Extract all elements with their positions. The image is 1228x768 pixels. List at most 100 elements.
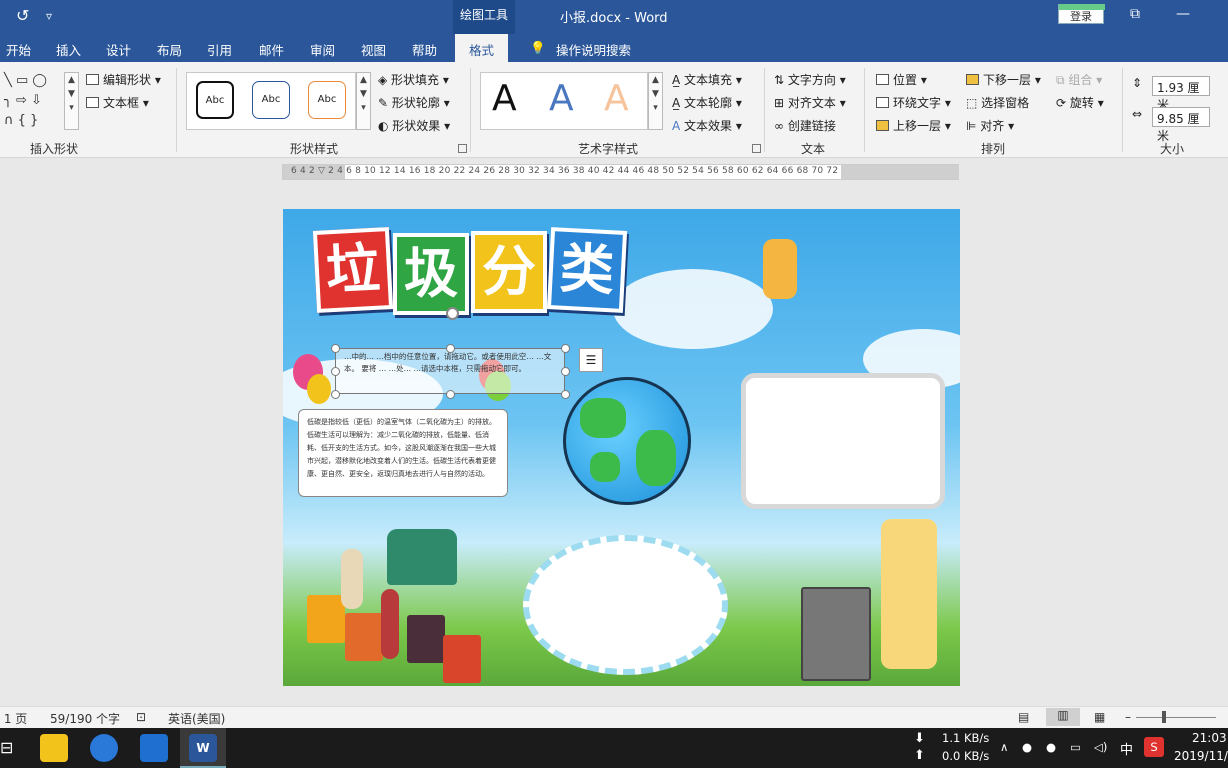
zoom-slider[interactable]: [1136, 717, 1216, 718]
shape-row[interactable]: ∩ { }: [4, 111, 64, 131]
resize-handle[interactable]: [561, 390, 570, 399]
tab-layout[interactable]: 布局: [157, 40, 182, 59]
horizontal-ruler[interactable]: 6 4 2 ▽ 2 4 6 8 10 12 14 16 18 20 22 24 …: [282, 164, 959, 180]
sogou-icon[interactable]: S: [1144, 737, 1164, 757]
word-count[interactable]: 59/190 个字: [50, 710, 120, 727]
wrap-text-button[interactable]: 环绕文字 ▾: [876, 94, 951, 111]
resize-handle[interactable]: [331, 344, 340, 353]
text-direction-button[interactable]: ⇅ 文字方向 ▾: [774, 71, 846, 88]
rotate-handle[interactable]: [446, 307, 459, 320]
tab-design[interactable]: 设计: [106, 40, 131, 59]
send-backward-button[interactable]: 下移一层 ▾: [966, 71, 1041, 88]
dialog-launcher-icon[interactable]: [458, 144, 467, 153]
language[interactable]: 英语(美国): [168, 710, 225, 727]
width-icon: ⇔: [1132, 107, 1143, 121]
empty-frame-right[interactable]: [741, 373, 945, 509]
text-direction-icon: ⇅: [774, 73, 788, 87]
selected-text-box[interactable]: …中的… …档中的任意位置，请拖动它。或者使用此空… …文本。 要将 … …处……: [335, 348, 565, 394]
tab-help[interactable]: 帮助: [412, 40, 437, 59]
tab-review[interactable]: 审阅: [310, 40, 335, 59]
clock-time[interactable]: 21:03: [1192, 731, 1227, 745]
text-fill-icon: A̲: [672, 73, 685, 87]
tab-format[interactable]: 格式: [455, 34, 509, 62]
bring-forward-button[interactable]: 上移一层 ▾: [876, 117, 951, 134]
send-backward-icon: [966, 74, 979, 85]
volume-icon[interactable]: ◁): [1094, 740, 1107, 754]
wordart-scroll[interactable]: ▲ ▼ ▾: [648, 72, 663, 130]
shape-style-scroll[interactable]: ▲ ▼ ▾: [356, 72, 371, 130]
resize-handle[interactable]: [446, 344, 455, 353]
land: [590, 452, 620, 482]
zoom-out-icon[interactable]: –: [1125, 710, 1131, 724]
tab-references[interactable]: 引用: [207, 40, 232, 59]
proofing-icon[interactable]: ⊡: [136, 710, 146, 724]
document-page[interactable]: 垃 圾 分 类 低碳是指较低（更低）的温室气体（二氧化碳为主）的排放。低碳生活可…: [283, 209, 960, 686]
shape-effects-button[interactable]: ◐ 形状效果 ▾: [378, 117, 450, 134]
selection-pane-icon: ⬚: [966, 96, 982, 110]
file-explorer-icon[interactable]: [40, 734, 68, 762]
print-layout-icon[interactable]: ▥: [1046, 708, 1080, 726]
resize-handle[interactable]: [561, 344, 570, 353]
resize-handle[interactable]: [446, 390, 455, 399]
resize-handle[interactable]: [331, 390, 340, 399]
ime-indicator[interactable]: 中: [1120, 739, 1133, 758]
qq-icon[interactable]: ●: [1046, 740, 1056, 754]
network-icon[interactable]: ▭: [1070, 740, 1081, 754]
text-effects-button[interactable]: A 文本效果 ▾: [672, 117, 742, 134]
tab-home[interactable]: 开始: [6, 40, 31, 59]
group-button[interactable]: ⧉ 组合 ▾: [1056, 71, 1102, 88]
selection-pane-button[interactable]: ⬚ 选择窗格: [966, 94, 1029, 111]
zoom-thumb[interactable]: [1162, 711, 1166, 723]
page-count[interactable]: 第 1 页: [0, 710, 27, 727]
task-view-icon[interactable]: ⊟: [0, 738, 13, 757]
tab-insert[interactable]: 插入: [56, 40, 81, 59]
read-mode-icon[interactable]: ▤: [1018, 710, 1029, 724]
shape-outline-button[interactable]: ✎ 形状轮廓 ▾: [378, 94, 450, 111]
rotate-button[interactable]: ⟳ 旋转 ▾: [1056, 94, 1104, 111]
shape-height-input[interactable]: 1.93 厘米: [1152, 76, 1210, 112]
text-fill-button[interactable]: A̲ 文本填充 ▾: [672, 71, 742, 88]
green-bin: [387, 529, 457, 585]
create-link-button[interactable]: ∞ 创建链接: [774, 117, 836, 134]
shape-row[interactable]: ╲ ▭ ◯: [4, 71, 64, 91]
tab-view[interactable]: 视图: [361, 40, 386, 59]
resize-handle[interactable]: [331, 367, 340, 376]
tray-expand-icon[interactable]: ∧: [1000, 740, 1008, 754]
text-outline-button[interactable]: A̲ 文本轮廓 ▾: [672, 94, 742, 111]
shape-style-thumb[interactable]: Abc: [308, 81, 346, 119]
shape-row[interactable]: ╮ ⇨ ⇩: [4, 91, 64, 111]
shape-style-thumb[interactable]: Abc: [196, 81, 234, 119]
edit-shape-button[interactable]: 编辑形状 ▾: [86, 71, 161, 88]
position-button[interactable]: 位置 ▾: [876, 71, 927, 88]
thunder-app-icon[interactable]: [140, 734, 168, 762]
media-app-icon[interactable]: [90, 734, 118, 762]
restore-ribbon-icon[interactable]: ⧉: [1130, 6, 1140, 22]
wordart-thumb-orange[interactable]: A: [604, 78, 629, 119]
tab-mailings[interactable]: 邮件: [259, 40, 284, 59]
empty-frame-bottom[interactable]: [523, 535, 728, 675]
customize-toolbar-icon[interactable]: ▿: [46, 9, 52, 23]
align-button[interactable]: ⊫ 对齐 ▾: [966, 117, 1014, 134]
web-layout-icon[interactable]: ▦: [1094, 710, 1105, 724]
text-box-button[interactable]: 文本框 ▾: [86, 94, 149, 111]
body-text-frame[interactable]: 低碳是指较低（更低）的温室气体（二氧化碳为主）的排放。低碳生活可以理解为：减少二…: [298, 409, 508, 497]
wordart-thumb-blue[interactable]: A: [549, 78, 574, 119]
shape-width-input[interactable]: 9.85 厘米: [1152, 107, 1210, 143]
clock-date[interactable]: 2019/11/: [1174, 749, 1228, 763]
wordart-thumb-black[interactable]: A: [492, 78, 517, 119]
poster-title[interactable]: 垃 圾 分 类: [312, 227, 628, 315]
shape-fill-button[interactable]: ◈ 形状填充 ▾: [378, 71, 449, 88]
qq-icon[interactable]: ●: [1022, 740, 1032, 754]
align-text-button[interactable]: ⊞ 对齐文本 ▾: [774, 94, 846, 111]
layout-options-icon[interactable]: ☰: [579, 348, 603, 372]
shape-style-thumb[interactable]: Abc: [252, 81, 290, 119]
login-button[interactable]: 登录: [1058, 4, 1105, 24]
tell-me-search[interactable]: 操作说明搜索: [556, 40, 631, 59]
word-taskbar-button[interactable]: W: [180, 728, 226, 768]
undo-icon[interactable]: ↺: [16, 6, 29, 25]
shape-gallery[interactable]: ╲ ▭ ◯ ╮ ⇨ ⇩ ∩ { }: [4, 71, 64, 129]
dialog-launcher-icon[interactable]: [752, 144, 761, 153]
shape-gallery-scroll[interactable]: ▲ ▼ ▾: [64, 72, 79, 130]
minimize-icon[interactable]: —: [1176, 6, 1190, 22]
resize-handle[interactable]: [561, 367, 570, 376]
